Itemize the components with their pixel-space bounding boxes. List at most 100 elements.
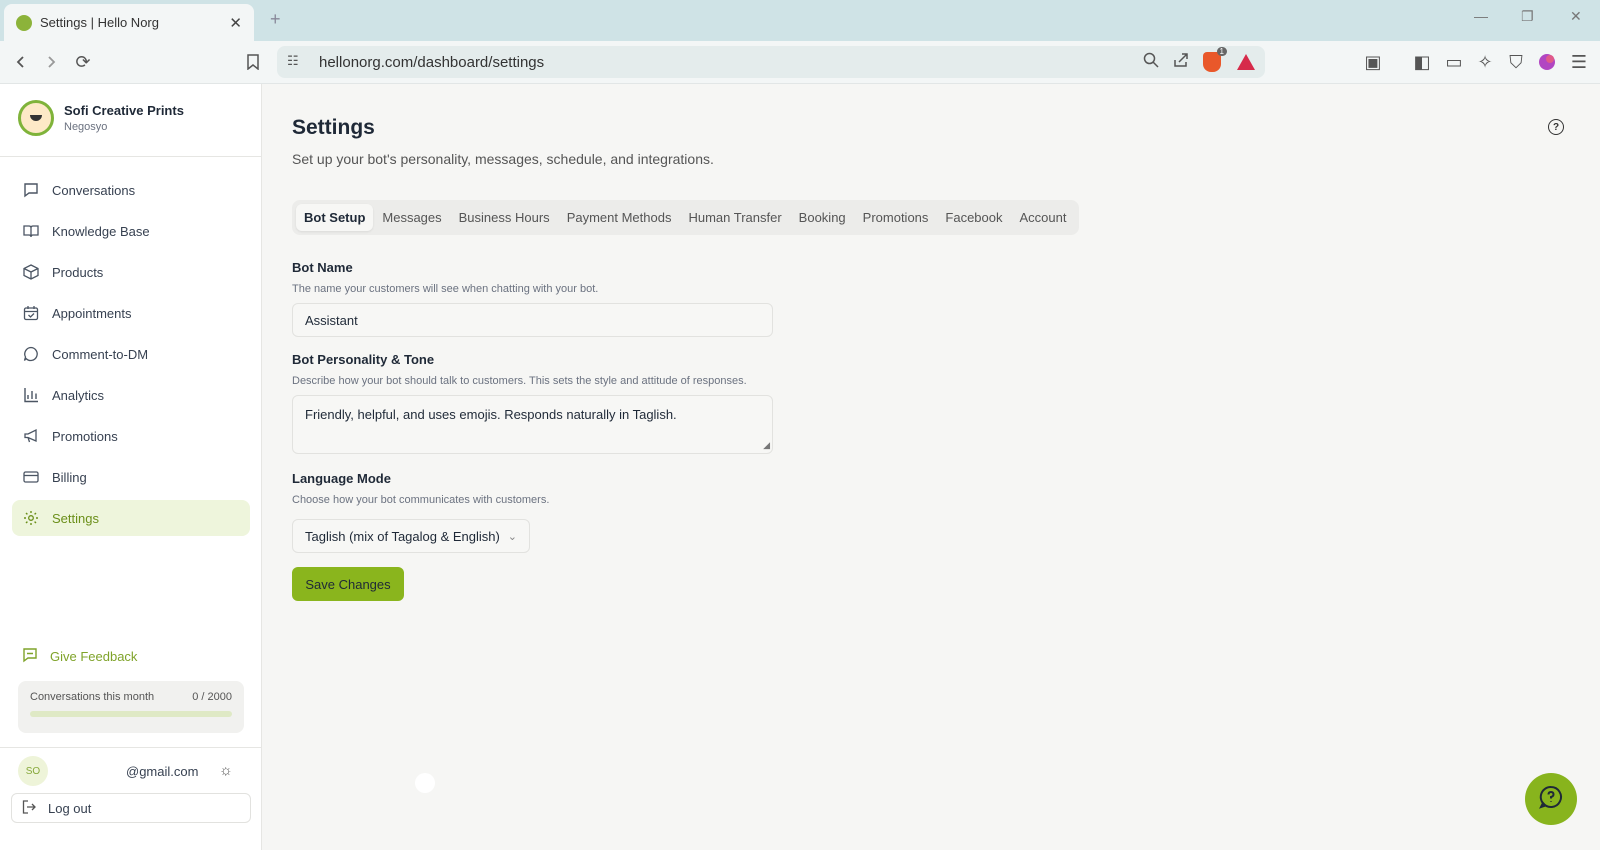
chat-help-icon xyxy=(1538,784,1564,815)
settings-tabs: Bot Setup Messages Business Hours Paymen… xyxy=(292,200,1080,235)
vpn-icon[interactable]: ⛉ xyxy=(1503,49,1529,75)
minimize-icon[interactable]: — xyxy=(1474,8,1488,24)
divider xyxy=(0,156,262,157)
sidebar-item-knowledge-base[interactable]: Knowledge Base xyxy=(12,213,250,249)
tab-promotions[interactable]: Promotions xyxy=(855,204,937,231)
sidebar-item-analytics[interactable]: Analytics xyxy=(12,377,250,413)
reload-icon[interactable]: ⟳ xyxy=(70,49,96,75)
wallet-icon[interactable]: ▭ xyxy=(1441,49,1467,75)
sidebar-item-label: Conversations xyxy=(52,182,136,198)
usage-label: Conversations this month xyxy=(30,691,155,703)
book-open-icon xyxy=(22,222,40,240)
site-settings-icon[interactable]: ☷ xyxy=(287,53,305,71)
sidebar-item-comment-to-dm[interactable]: Comment-to-DM xyxy=(12,336,250,372)
user-email: @gmail.com xyxy=(126,764,199,779)
sidebar-item-label: Appointments xyxy=(52,305,132,321)
business-plan: Negosyo xyxy=(64,121,108,133)
avatar[interactable]: SO xyxy=(18,756,48,786)
business-name: Sofi Creative Prints xyxy=(64,103,184,118)
url-text: hellonorg.com/dashboard/settings xyxy=(319,53,545,71)
give-feedback-link[interactable]: Give Feedback xyxy=(22,647,137,666)
profile-icon[interactable] xyxy=(1534,49,1560,75)
sidebar-item-label: Promotions xyxy=(52,428,118,444)
share-icon[interactable] xyxy=(1173,52,1189,72)
menu-icon[interactable]: ☰ xyxy=(1566,49,1592,75)
chat-support-button[interactable] xyxy=(1525,773,1577,825)
bot-name-input[interactable]: Assistant xyxy=(292,303,773,337)
brand-logo xyxy=(18,100,54,136)
sidebar-item-label: Products xyxy=(52,264,104,280)
address-bar[interactable]: ☷ hellonorg.com/dashboard/settings 1 xyxy=(277,46,1265,78)
help-icon[interactable]: ? xyxy=(1548,119,1564,135)
language-mode-label: Language Mode xyxy=(292,471,391,486)
feedback-label: Give Feedback xyxy=(50,649,138,664)
tab-human-transfer[interactable]: Human Transfer xyxy=(680,204,789,231)
tab-facebook[interactable]: Facebook xyxy=(937,204,1010,231)
theme-toggle-icon[interactable]: ☼ xyxy=(219,762,233,779)
language-mode-hint: Choose how your bot communicates with cu… xyxy=(292,494,550,506)
save-button[interactable]: Save Changes xyxy=(292,567,404,601)
page-title: Settings xyxy=(292,116,375,139)
tab-booking[interactable]: Booking xyxy=(791,204,854,231)
tab-payment-methods[interactable]: Payment Methods xyxy=(559,204,680,231)
settings-page: Settings Set up your bot's personality, … xyxy=(262,84,1600,850)
sidebar: Sofi Creative Prints Negosyo Conversatio… xyxy=(0,84,262,850)
zoom-icon[interactable] xyxy=(1143,52,1159,72)
restore-icon[interactable]: ❐ xyxy=(1521,8,1534,25)
personality-value: Friendly, helpful, and uses emojis. Resp… xyxy=(305,407,677,422)
language-mode-value: Taglish (mix of Tagalog & English) xyxy=(305,528,500,544)
gear-icon xyxy=(22,509,40,527)
logout-icon xyxy=(22,799,36,817)
favicon-icon xyxy=(16,14,32,31)
personality-textarea[interactable]: Friendly, helpful, and uses emojis. Resp… xyxy=(292,395,773,454)
close-tab-icon[interactable]: ✕ xyxy=(229,14,242,32)
usage-value: 0 / 2000 xyxy=(192,691,232,703)
tab-messages[interactable]: Messages xyxy=(374,204,449,231)
bot-name-value: Assistant xyxy=(305,312,358,328)
bot-name-hint: The name your customers will see when ch… xyxy=(292,283,599,295)
tab-title: Settings | Hello Norg xyxy=(40,15,159,30)
sidebar-item-label: Settings xyxy=(52,510,99,526)
logout-label: Log out xyxy=(48,800,92,816)
sidebar-item-label: Knowledge Base xyxy=(52,223,150,239)
tab-account[interactable]: Account xyxy=(1012,204,1075,231)
bar-chart-icon xyxy=(22,386,40,404)
message-circle-icon xyxy=(22,345,40,363)
language-mode-select[interactable]: Taglish (mix of Tagalog & English) ⌄ xyxy=(292,519,530,553)
sidebar-item-promotions[interactable]: Promotions xyxy=(12,418,250,454)
megaphone-icon xyxy=(22,427,40,445)
browser-tab-strip: Settings | Hello Norg ✕ + — ❐ ✕ xyxy=(0,0,1600,41)
leo-ai-icon[interactable]: ✧ xyxy=(1472,49,1498,75)
back-icon[interactable] xyxy=(8,49,34,75)
close-window-icon[interactable]: ✕ xyxy=(1570,8,1582,25)
cursor-indicator xyxy=(415,773,435,793)
sidebar-item-billing[interactable]: Billing xyxy=(12,459,250,495)
divider xyxy=(0,747,262,748)
bookmark-icon[interactable] xyxy=(240,49,266,75)
personality-label: Bot Personality & Tone xyxy=(292,352,435,367)
tab-bot-setup[interactable]: Bot Setup xyxy=(296,204,374,231)
message-square-icon xyxy=(22,181,40,199)
feedback-icon xyxy=(22,647,38,666)
usage-card: Conversations this month 0 / 2000 xyxy=(18,681,244,733)
sidebar-nav: Conversations Knowledge Base Products Ap… xyxy=(12,172,250,541)
sidebar-item-products[interactable]: Products xyxy=(12,254,250,290)
brave-rewards-icon[interactable] xyxy=(1237,54,1255,70)
resize-handle-icon[interactable]: ◢ xyxy=(763,440,770,451)
logout-button[interactable]: Log out xyxy=(11,793,251,823)
brand: Sofi Creative Prints Negosyo xyxy=(18,100,184,136)
sidebar-toggle-icon[interactable]: ◧ xyxy=(1409,49,1435,75)
sidebar-item-label: Comment-to-DM xyxy=(52,346,149,362)
reader-mode-icon[interactable]: ▣ xyxy=(1360,49,1386,75)
package-icon xyxy=(22,263,40,281)
brave-shields-icon[interactable]: 1 xyxy=(1203,47,1227,72)
calendar-check-icon xyxy=(22,304,40,322)
tab-business-hours[interactable]: Business Hours xyxy=(451,204,558,231)
chevron-down-icon: ⌄ xyxy=(507,530,517,543)
sidebar-item-settings[interactable]: Settings xyxy=(12,500,250,536)
forward-icon[interactable] xyxy=(38,49,64,75)
browser-tab[interactable]: Settings | Hello Norg ✕ xyxy=(4,4,254,41)
sidebar-item-appointments[interactable]: Appointments xyxy=(12,295,250,331)
sidebar-item-conversations[interactable]: Conversations xyxy=(12,172,250,208)
new-tab-button[interactable]: + xyxy=(270,9,281,30)
